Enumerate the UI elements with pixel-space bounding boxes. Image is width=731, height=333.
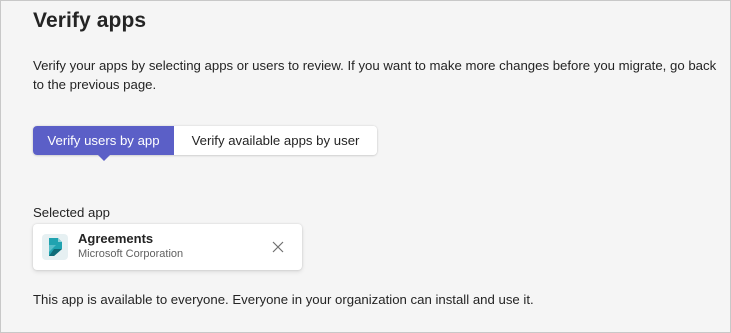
tab-verify-available-apps-by-user[interactable]: Verify available apps by user — [174, 126, 377, 155]
agreements-app-icon — [42, 234, 68, 260]
app-publisher: Microsoft Corporation — [78, 248, 184, 260]
availability-text: This app is available to everyone. Every… — [33, 292, 534, 307]
app-name: Agreements — [78, 231, 154, 246]
verify-apps-panel: Verify apps Verify your apps by selectin… — [0, 0, 731, 333]
close-icon — [272, 241, 284, 253]
page-description: Verify your apps by selecting apps or us… — [33, 58, 717, 92]
view-toggle-tabs: Verify users by app Verify available app… — [33, 126, 377, 161]
selected-app-label: Selected app — [33, 205, 110, 220]
remove-app-button[interactable] — [269, 238, 287, 256]
page-title: Verify apps — [33, 9, 147, 32]
tab-verify-users-by-app[interactable]: Verify users by app — [33, 126, 174, 161]
selected-app-card: Agreements Microsoft Corporation — [33, 224, 302, 270]
